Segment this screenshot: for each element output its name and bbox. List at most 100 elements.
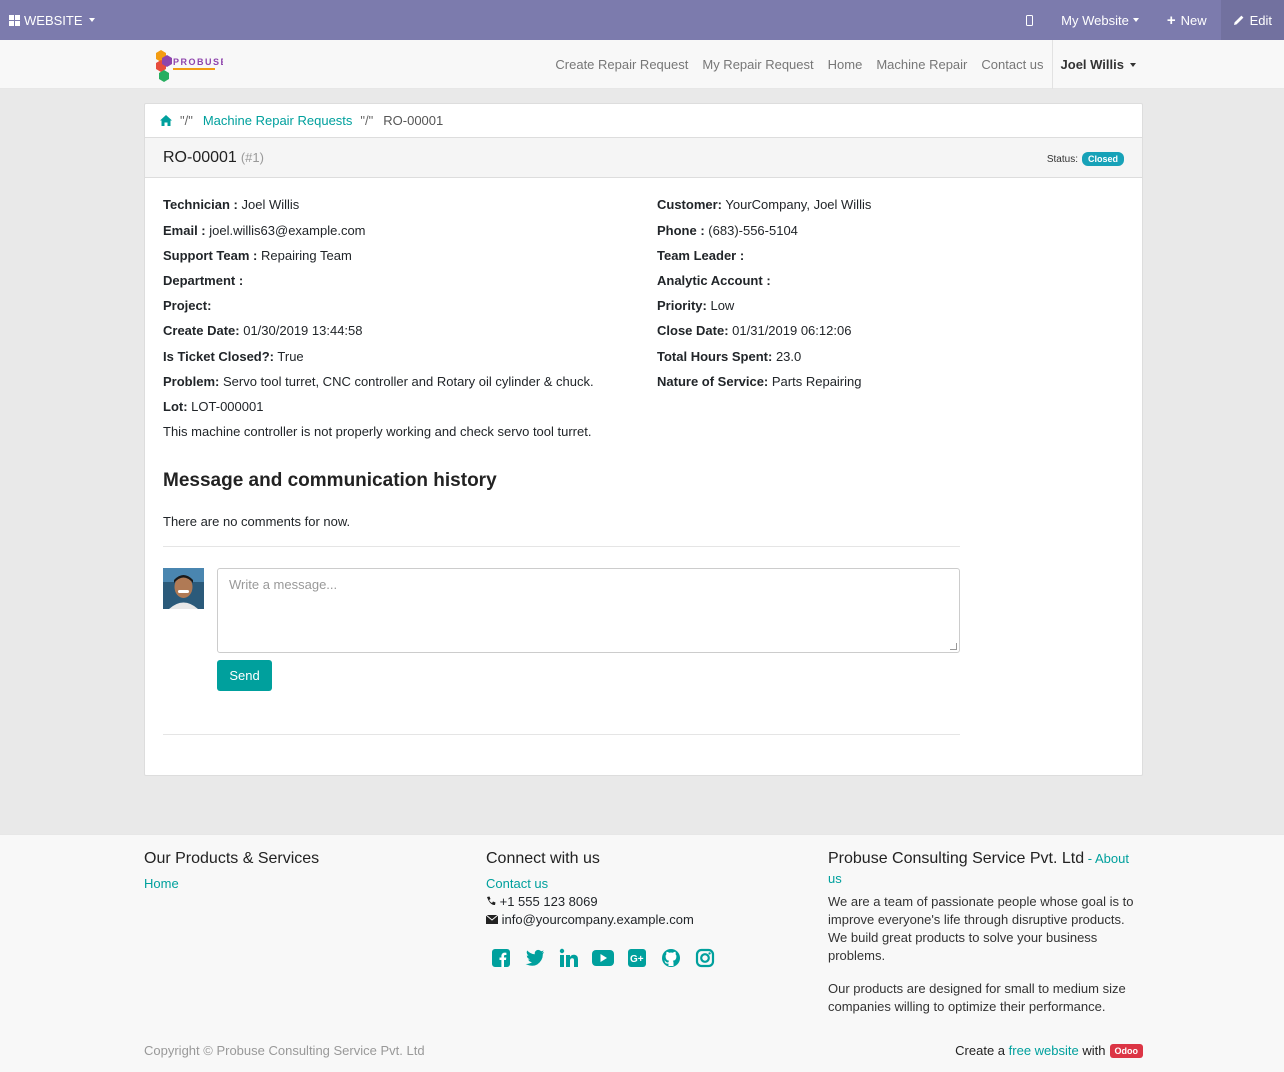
no-comments-text: There are no comments for now. xyxy=(163,514,351,529)
field-label: Create Date: xyxy=(163,323,240,338)
field-label: Close Date: xyxy=(657,323,729,338)
field-label: Phone : xyxy=(657,223,705,238)
envelope-icon xyxy=(485,912,502,927)
field-value: 01/31/2019 06:12:06 xyxy=(732,323,852,338)
footer-about-column: Probuse Consulting Service Pvt. Ltd - Ab… xyxy=(828,849,1143,1016)
field-label: Is Ticket Closed?: xyxy=(163,349,275,364)
field-total-hours: Total Hours Spent: 23.0 xyxy=(657,349,801,365)
site-footer: Our Products & Services Home Connect wit… xyxy=(0,834,1284,1072)
status-label: Status: xyxy=(1046,153,1078,165)
google-plus-icon[interactable]: G+ xyxy=(626,947,648,969)
footer-contact-link[interactable]: Contact us xyxy=(486,876,548,891)
avatar xyxy=(163,568,204,609)
field-technician: Technician : Joel Willis xyxy=(163,197,299,213)
field-analytic-account: Analytic Account : xyxy=(657,273,771,289)
nav-contact-us[interactable]: Contact us xyxy=(974,57,1050,72)
website-menu[interactable]: WEBSITE xyxy=(0,13,95,28)
ticket-reference: RO-00001 xyxy=(163,148,237,166)
my-website-label: My Website xyxy=(1061,12,1129,28)
field-support-team: Support Team : Repairing Team xyxy=(163,248,352,264)
company-logo[interactable]: PROBUSE xyxy=(153,48,227,82)
field-problem: Problem: Servo tool turret, CNC controll… xyxy=(163,374,594,390)
divider xyxy=(163,546,960,547)
footer-company-name: Probuse Consulting Service Pvt. Ltd xyxy=(828,850,1085,867)
new-button[interactable]: + New xyxy=(1153,0,1221,40)
message-input[interactable]: Write a message... xyxy=(217,568,960,653)
footer-products-column: Our Products & Services Home xyxy=(144,849,444,893)
powered-by-prefix: Create a xyxy=(955,1043,1006,1058)
footer-phone-value: +1 555 123 8069 xyxy=(499,894,598,909)
field-value: Repairing Team xyxy=(261,248,352,263)
instagram-icon[interactable] xyxy=(694,947,716,969)
nav-create-repair-request[interactable]: Create Repair Request xyxy=(548,57,695,72)
field-value: True xyxy=(277,349,304,364)
home-icon[interactable] xyxy=(160,115,172,126)
message-placeholder: Write a message... xyxy=(229,577,338,592)
site-header: PROBUSE Create Repair Request My Repair … xyxy=(0,40,1284,89)
field-label: Problem: xyxy=(163,374,220,389)
free-website-link[interactable]: free website xyxy=(1009,1043,1079,1058)
field-label: Analytic Account : xyxy=(657,273,771,288)
powered-by-with: with xyxy=(1082,1043,1106,1058)
nav-machine-repair[interactable]: Machine Repair xyxy=(869,57,974,72)
footer-about-text-2: Our products are designed for small to m… xyxy=(828,981,1126,1014)
divider xyxy=(163,734,960,735)
mobile-preview-button[interactable] xyxy=(1012,0,1047,40)
svg-text:PROBUSE: PROBUSE xyxy=(173,57,223,67)
ticket-number: (#1) xyxy=(240,150,264,165)
odoo-badge[interactable]: Odoo xyxy=(1109,1043,1143,1058)
footer-home-link[interactable]: Home xyxy=(144,876,179,891)
resize-handle-icon[interactable] xyxy=(950,643,957,650)
footer-email: info@yourcompany.example.com xyxy=(485,911,786,929)
field-value: Parts Repairing xyxy=(771,374,862,389)
footer-email-value: info@yourcompany.example.com xyxy=(501,912,694,927)
field-is-ticket-closed: Is Ticket Closed?: True xyxy=(163,349,304,365)
field-value: Servo tool turret, CNC controller and Ro… xyxy=(222,374,594,389)
user-name: Joel Willis xyxy=(1060,57,1124,72)
field-lot: Lot: LOT-000001 xyxy=(163,399,263,415)
footer-connect-column: Connect with us Contact us +1 555 123 80… xyxy=(485,849,786,969)
footer-title-dash: - xyxy=(1084,851,1095,866)
footer-connect-title: Connect with us xyxy=(486,850,600,867)
send-button[interactable]: Send xyxy=(217,660,272,691)
field-label: Technician : xyxy=(163,197,238,212)
field-value: (683)-556-5104 xyxy=(708,223,798,238)
nav-my-repair-request[interactable]: My Repair Request xyxy=(695,57,820,72)
github-icon[interactable] xyxy=(660,947,682,969)
breadcrumb: "/" Machine Repair Requests "/" RO-00001 xyxy=(145,104,1142,138)
field-nature-of-service: Nature of Service: Parts Repairing xyxy=(657,374,862,390)
linkedin-icon[interactable] xyxy=(558,947,580,969)
caret-down-icon xyxy=(1130,62,1136,67)
mobile-icon xyxy=(1026,14,1034,26)
twitter-icon[interactable] xyxy=(524,947,546,969)
field-close-date: Close Date: 01/31/2019 06:12:06 xyxy=(657,323,851,339)
status-badge: Closed xyxy=(1081,152,1124,166)
new-label: New xyxy=(1180,12,1207,28)
apps-grid-icon xyxy=(9,14,20,26)
field-phone: Phone : (683)-556-5104 xyxy=(657,223,798,239)
field-label: Total Hours Spent: xyxy=(657,349,773,364)
field-label: Department : xyxy=(163,273,244,288)
facebook-icon[interactable] xyxy=(490,947,512,969)
field-label: Lot: xyxy=(163,399,188,414)
breadcrumb-link-repair-requests[interactable]: Machine Repair Requests xyxy=(203,113,353,128)
svg-text:G+: G+ xyxy=(630,954,644,965)
field-label: Support Team : xyxy=(163,248,258,263)
caret-down-icon xyxy=(1132,18,1139,22)
field-value: Joel Willis xyxy=(241,197,300,212)
breadcrumb-current: RO-00001 xyxy=(383,113,444,128)
field-value: YourCompany, Joel Willis xyxy=(725,197,872,212)
website-menu-label: WEBSITE xyxy=(24,12,83,28)
field-label: Project: xyxy=(163,298,212,313)
plus-icon: + xyxy=(1166,11,1176,29)
edit-label: Edit xyxy=(1249,12,1272,28)
edit-button[interactable]: Edit xyxy=(1220,0,1284,40)
my-website-menu[interactable]: My Website xyxy=(1047,0,1153,40)
admin-bar: WEBSITE My Website + New Edit xyxy=(0,0,1284,40)
user-menu[interactable]: Joel Willis xyxy=(1051,40,1143,89)
nav-home[interactable]: Home xyxy=(821,57,870,72)
footer-phone: +1 555 123 8069 xyxy=(486,893,786,911)
field-value: 23.0 xyxy=(775,349,802,364)
phone-icon xyxy=(486,894,500,909)
youtube-icon[interactable] xyxy=(592,947,614,969)
